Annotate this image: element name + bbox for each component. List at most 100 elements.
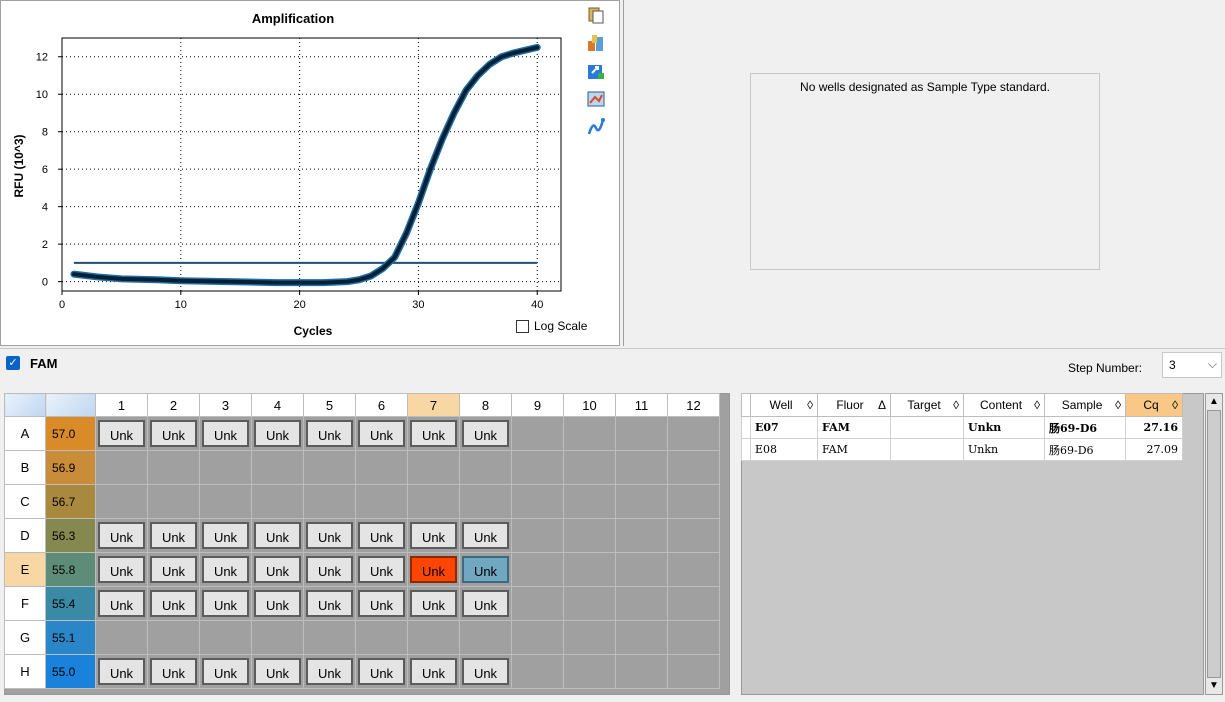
column-header[interactable]: 11	[615, 393, 668, 417]
plate-well[interactable]	[667, 620, 720, 655]
plate-well[interactable]	[615, 654, 668, 689]
plate-well[interactable]	[563, 586, 616, 621]
column-header-well[interactable]: Well ◊	[750, 393, 818, 417]
plate-well[interactable]	[199, 484, 252, 519]
plate-corner[interactable]	[4, 393, 46, 417]
export-icon[interactable]	[586, 61, 606, 81]
plate-well[interactable]	[667, 552, 720, 587]
plate-well[interactable]	[615, 620, 668, 655]
plate-well[interactable]: Unk	[251, 552, 304, 587]
scroll-down-icon[interactable]: ▼	[1208, 680, 1220, 692]
sort-icon[interactable]: ◊	[1034, 398, 1040, 412]
row-header[interactable]: F	[4, 586, 46, 621]
curve-icon[interactable]	[586, 117, 606, 137]
plate-well[interactable]: Unk	[251, 518, 304, 553]
plate-well[interactable]	[251, 484, 304, 519]
column-header[interactable]: 5	[303, 393, 356, 417]
plate-well[interactable]	[667, 416, 720, 451]
plate-well[interactable]	[563, 416, 616, 451]
column-header[interactable]: 4	[251, 393, 304, 417]
plate-well[interactable]	[563, 450, 616, 485]
plate-well[interactable]: Unk	[355, 586, 408, 621]
row-header[interactable]: E	[4, 552, 46, 587]
plate-well[interactable]	[303, 620, 356, 655]
plate-well[interactable]: Unk	[459, 552, 512, 587]
plate-well[interactable]: Unk	[303, 518, 356, 553]
plate-well[interactable]	[511, 450, 564, 485]
plate-well[interactable]: Unk	[95, 586, 148, 621]
plate-well[interactable]: Unk	[355, 654, 408, 689]
column-header[interactable]: 6	[355, 393, 408, 417]
log-scale-checkbox[interactable]	[516, 319, 529, 333]
plate-well[interactable]	[511, 518, 564, 553]
plate-well[interactable]	[511, 620, 564, 655]
plate-well[interactable]	[303, 450, 356, 485]
plate-well[interactable]: Unk	[355, 552, 408, 587]
plate-well[interactable]	[511, 654, 564, 689]
fam-checkbox[interactable]: ✓	[6, 356, 20, 370]
column-header[interactable]: 10	[563, 393, 616, 417]
plate-well[interactable]	[355, 620, 408, 655]
row-header[interactable]: H	[4, 654, 46, 689]
plate-well[interactable]: Unk	[303, 654, 356, 689]
plate-well[interactable]	[251, 620, 304, 655]
plate-well[interactable]	[563, 620, 616, 655]
plate-well[interactable]: Unk	[459, 518, 512, 553]
plate-well[interactable]	[199, 620, 252, 655]
table-row[interactable]: E07 FAM Unkn 肠69-D6 27.16	[741, 416, 1183, 439]
row-header[interactable]: A	[4, 416, 46, 451]
plate-well[interactable]: Unk	[407, 416, 460, 451]
column-header[interactable]: 9	[511, 393, 564, 417]
plate-well[interactable]	[511, 484, 564, 519]
plate-well[interactable]	[667, 586, 720, 621]
plate-well[interactable]	[95, 484, 148, 519]
sort-icon[interactable]: ◊	[953, 398, 959, 412]
plate-well[interactable]	[563, 654, 616, 689]
chart-image-icon[interactable]	[586, 89, 606, 109]
plate-well[interactable]	[147, 620, 200, 655]
step-number-select[interactable]: 3 ⌵	[1162, 352, 1222, 378]
sort-icon[interactable]: ◊	[1172, 398, 1178, 412]
row-header[interactable]: B	[4, 450, 46, 485]
plate-well[interactable]: Unk	[199, 518, 252, 553]
column-header-target[interactable]: Target ◊	[890, 393, 964, 417]
plate-well[interactable]	[95, 620, 148, 655]
plate-well[interactable]: Unk	[95, 416, 148, 451]
plate-well[interactable]	[95, 450, 148, 485]
plate-well[interactable]: Unk	[303, 586, 356, 621]
scrollbar-thumb[interactable]	[1207, 410, 1221, 678]
plate-well[interactable]	[615, 484, 668, 519]
plate-well[interactable]: Unk	[407, 552, 460, 587]
log-scale-toggle[interactable]: Log Scale	[516, 319, 587, 333]
plate-well[interactable]	[563, 484, 616, 519]
plate-well[interactable]: Unk	[199, 552, 252, 587]
plate-well[interactable]: Unk	[147, 586, 200, 621]
plate-well[interactable]: Unk	[147, 654, 200, 689]
plate-well[interactable]: Unk	[407, 654, 460, 689]
plate-well[interactable]: Unk	[303, 552, 356, 587]
plate-well[interactable]	[251, 450, 304, 485]
settings-icon[interactable]	[586, 33, 606, 53]
plate-well[interactable]	[407, 620, 460, 655]
column-header-sample[interactable]: Sample ◊	[1044, 393, 1126, 417]
plate-well[interactable]: Unk	[355, 518, 408, 553]
plate-well[interactable]	[303, 484, 356, 519]
plate-well[interactable]: Unk	[147, 416, 200, 451]
plate-well[interactable]	[407, 450, 460, 485]
plate-well[interactable]: Unk	[251, 654, 304, 689]
plate-well[interactable]	[615, 450, 668, 485]
plate-well[interactable]: Unk	[95, 654, 148, 689]
plate-well[interactable]	[563, 552, 616, 587]
plate-well[interactable]	[667, 518, 720, 553]
plate-well[interactable]	[667, 654, 720, 689]
plate-well[interactable]	[511, 586, 564, 621]
plate-well[interactable]: Unk	[459, 586, 512, 621]
row-selector[interactable]	[741, 416, 751, 439]
plate-well[interactable]	[407, 484, 460, 519]
plate-well[interactable]: Unk	[355, 416, 408, 451]
plate-well[interactable]: Unk	[459, 416, 512, 451]
column-header[interactable]: 3	[199, 393, 252, 417]
vertical-scrollbar[interactable]: ▲ ▼	[1205, 393, 1223, 695]
column-header-cq[interactable]: Cq ◊	[1125, 393, 1183, 417]
sort-icon[interactable]: Δ	[878, 398, 886, 412]
